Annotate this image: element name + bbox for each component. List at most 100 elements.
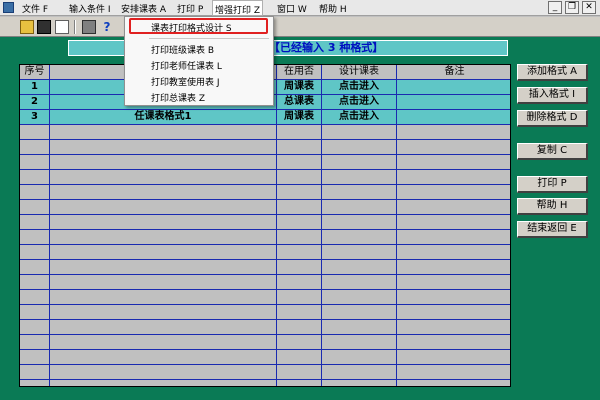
- row-notes[interactable]: [397, 95, 510, 109]
- insert-format-button[interactable]: 插入格式 I: [517, 87, 588, 104]
- empty-cell[interactable]: [322, 230, 397, 244]
- empty-table-row[interactable]: [20, 170, 510, 185]
- empty-table-row[interactable]: [20, 380, 510, 386]
- menu-print[interactable]: 打印 P: [177, 2, 203, 15]
- empty-cell[interactable]: [20, 140, 50, 154]
- empty-cell[interactable]: [397, 230, 510, 244]
- empty-cell[interactable]: [20, 155, 50, 169]
- empty-cell[interactable]: [277, 290, 322, 304]
- empty-cell[interactable]: [322, 305, 397, 319]
- empty-table-row[interactable]: [20, 365, 510, 380]
- empty-cell[interactable]: [277, 170, 322, 184]
- empty-cell[interactable]: [50, 215, 277, 229]
- empty-cell[interactable]: [277, 230, 322, 244]
- empty-cell[interactable]: [397, 365, 510, 379]
- empty-table-row[interactable]: [20, 350, 510, 365]
- empty-cell[interactable]: [322, 215, 397, 229]
- empty-table-row[interactable]: [20, 125, 510, 140]
- empty-cell[interactable]: [322, 335, 397, 349]
- empty-cell[interactable]: [20, 125, 50, 139]
- empty-cell[interactable]: [50, 365, 277, 379]
- empty-cell[interactable]: [50, 170, 277, 184]
- empty-cell[interactable]: [322, 380, 397, 386]
- add-format-button[interactable]: 添加格式 A: [517, 64, 588, 81]
- row-in-use[interactable]: 周课表: [277, 80, 322, 94]
- empty-cell[interactable]: [50, 305, 277, 319]
- empty-cell[interactable]: [277, 380, 322, 386]
- exit-return-button[interactable]: 结束返回 E: [517, 221, 588, 238]
- empty-cell[interactable]: [277, 245, 322, 259]
- empty-cell[interactable]: [322, 275, 397, 289]
- empty-cell[interactable]: [397, 140, 510, 154]
- empty-cell[interactable]: [322, 245, 397, 259]
- empty-cell[interactable]: [50, 200, 277, 214]
- empty-cell[interactable]: [50, 275, 277, 289]
- empty-cell[interactable]: [50, 380, 277, 386]
- empty-cell[interactable]: [50, 350, 277, 364]
- empty-cell[interactable]: [322, 140, 397, 154]
- empty-cell[interactable]: [397, 215, 510, 229]
- empty-cell[interactable]: [277, 305, 322, 319]
- empty-cell[interactable]: [20, 305, 50, 319]
- empty-cell[interactable]: [397, 200, 510, 214]
- empty-cell[interactable]: [322, 260, 397, 274]
- menu-item-print-master[interactable]: 打印总课表 Z: [151, 91, 205, 104]
- empty-cell[interactable]: [397, 350, 510, 364]
- empty-cell[interactable]: [277, 260, 322, 274]
- delete-format-button[interactable]: 删除格式 D: [517, 110, 588, 127]
- row-design-link[interactable]: 点击进入: [322, 95, 397, 109]
- empty-table-row[interactable]: [20, 305, 510, 320]
- empty-cell[interactable]: [50, 320, 277, 334]
- empty-cell[interactable]: [20, 170, 50, 184]
- empty-table-row[interactable]: [20, 335, 510, 350]
- save-icon[interactable]: [37, 20, 51, 34]
- row-design-link[interactable]: 点击进入: [322, 110, 397, 124]
- empty-cell[interactable]: [322, 290, 397, 304]
- empty-cell[interactable]: [20, 290, 50, 304]
- empty-cell[interactable]: [322, 350, 397, 364]
- empty-cell[interactable]: [397, 380, 510, 386]
- empty-cell[interactable]: [20, 260, 50, 274]
- menu-help[interactable]: 帮助 H: [319, 2, 347, 15]
- empty-cell[interactable]: [20, 215, 50, 229]
- empty-table-row[interactable]: [20, 185, 510, 200]
- empty-cell[interactable]: [277, 140, 322, 154]
- empty-cell[interactable]: [277, 155, 322, 169]
- empty-cell[interactable]: [20, 230, 50, 244]
- row-notes[interactable]: [397, 80, 510, 94]
- empty-cell[interactable]: [322, 125, 397, 139]
- empty-cell[interactable]: [397, 335, 510, 349]
- empty-cell[interactable]: [50, 125, 277, 139]
- app-icon[interactable]: [3, 2, 14, 13]
- menu-item-print-classroom[interactable]: 打印教室使用表 J: [151, 75, 220, 88]
- copy-button[interactable]: 复制 C: [517, 143, 588, 160]
- row-notes[interactable]: [397, 110, 510, 124]
- menu-schedule[interactable]: 安排课表 A: [121, 2, 166, 15]
- row-in-use[interactable]: 总课表: [277, 95, 322, 109]
- empty-table-row[interactable]: [20, 200, 510, 215]
- empty-cell[interactable]: [397, 155, 510, 169]
- empty-cell[interactable]: [397, 305, 510, 319]
- empty-cell[interactable]: [277, 335, 322, 349]
- menu-enhanced-print[interactable]: 增强打印 Z: [212, 0, 264, 16]
- empty-cell[interactable]: [20, 200, 50, 214]
- help-icon[interactable]: ?: [100, 20, 114, 34]
- empty-cell[interactable]: [397, 170, 510, 184]
- table-row[interactable]: 3 任课表格式1 周课表 点击进入: [20, 110, 510, 125]
- empty-cell[interactable]: [20, 365, 50, 379]
- empty-cell[interactable]: [277, 185, 322, 199]
- empty-cell[interactable]: [20, 320, 50, 334]
- menu-input-conditions[interactable]: 输入条件 I: [69, 2, 111, 15]
- empty-cell[interactable]: [277, 365, 322, 379]
- new-document-icon[interactable]: [55, 20, 69, 34]
- empty-cell[interactable]: [50, 335, 277, 349]
- empty-table-row[interactable]: [20, 245, 510, 260]
- print-button[interactable]: 打印 P: [517, 176, 588, 193]
- empty-cell[interactable]: [322, 365, 397, 379]
- empty-cell[interactable]: [322, 320, 397, 334]
- empty-cell[interactable]: [277, 320, 322, 334]
- empty-cell[interactable]: [397, 245, 510, 259]
- help-button[interactable]: 帮助 H: [517, 198, 588, 215]
- menu-item-format-design[interactable]: 课表打印格式设计 S: [151, 21, 232, 34]
- empty-cell[interactable]: [277, 275, 322, 289]
